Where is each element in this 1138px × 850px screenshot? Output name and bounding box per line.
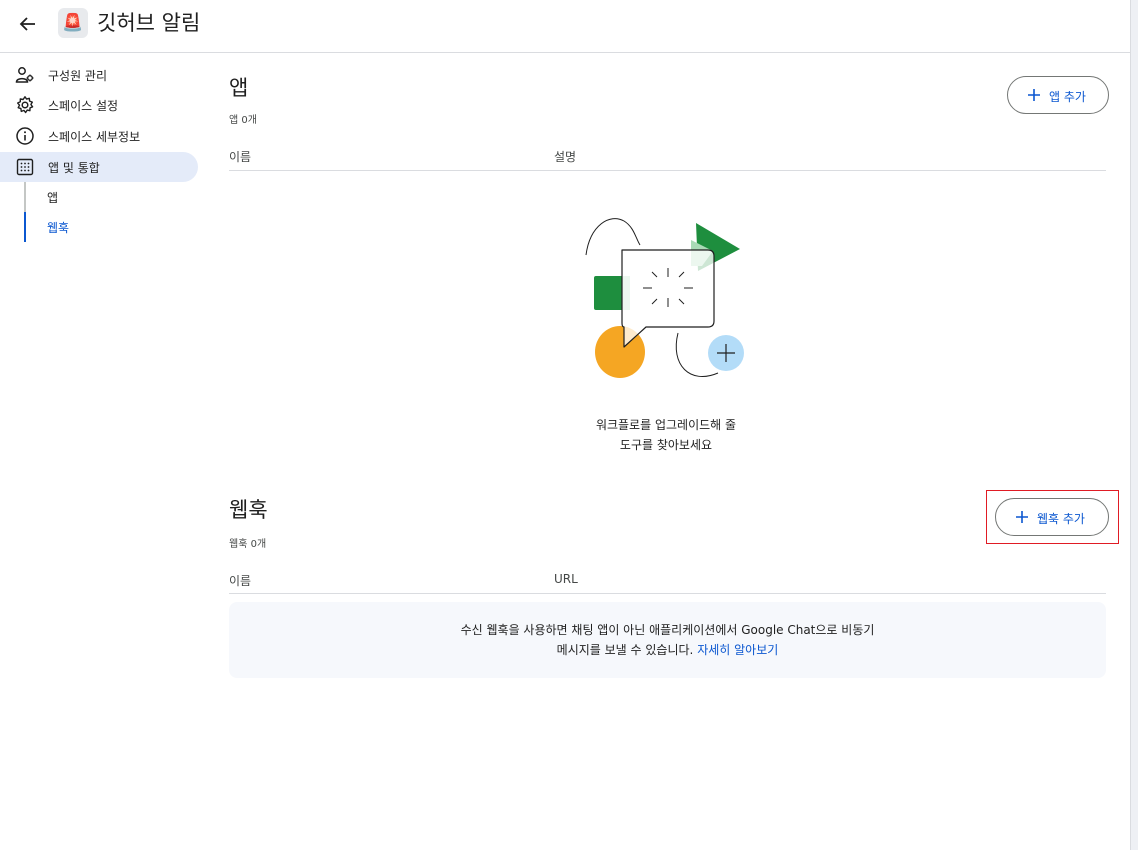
- info-line-2: 메시지를 보낼 수 있습니다.: [556, 643, 694, 657]
- table-divider: [229, 170, 1106, 171]
- empty-state-illustration: [585, 218, 744, 378]
- sidebar-item-space-settings[interactable]: 스페이스 설정: [0, 90, 198, 120]
- info-icon: [16, 127, 34, 145]
- empty-state-line-1: 워크플로를 업그레이드해 줄: [595, 418, 737, 432]
- sidebar-item-members[interactable]: 구성원 관리: [0, 60, 198, 90]
- webhooks-count: 웹훅 0개: [229, 539, 267, 550]
- plus-icon: [1028, 89, 1040, 101]
- column-header-description: 설명: [554, 150, 577, 164]
- add-app-button[interactable]: 앱 추가: [1007, 76, 1109, 114]
- sidebar-subitem-label: 앱: [47, 191, 59, 205]
- empty-state-line-2: 도구를 찾아보세요: [619, 438, 713, 452]
- space-avatar: 🚨: [58, 8, 88, 38]
- empty-state-caption: 워크플로를 업그레이드해 줄 도구를 찾아보세요: [556, 415, 776, 455]
- app-window: 🚨 깃허브 알림 구성원 관리 스페이스 설정 스페이스 세부정보 앱 및 통합…: [0, 0, 1131, 850]
- apps-section-title: 앱: [229, 76, 249, 100]
- column-header-url: URL: [554, 572, 578, 586]
- learn-more-link[interactable]: 자세히 알아보기: [697, 643, 778, 657]
- people-icon: [15, 67, 34, 83]
- highlight-annotation-box: [986, 490, 1119, 544]
- sidebar-item-label: 앱 및 통합: [48, 161, 100, 175]
- add-app-label: 앱 추가: [1049, 90, 1086, 104]
- webhooks-info-box: 수신 웹훅을 사용하면 채팅 앱이 아닌 애플리케이션에서 Google Cha…: [229, 602, 1106, 678]
- sidebar-subitem-webhooks[interactable]: 웹훅: [24, 212, 198, 242]
- space-title: 깃허브 알림: [97, 11, 201, 35]
- sidebar-item-label: 스페이스 설정: [48, 99, 119, 113]
- apps-grid-icon: [16, 158, 34, 176]
- webhooks-section-title: 웹훅: [229, 498, 268, 522]
- siren-emoji-icon: 🚨: [62, 13, 84, 33]
- arrow-left-icon: [19, 17, 35, 31]
- column-header-name: 이름: [229, 150, 252, 164]
- sidebar-item-label: 스페이스 세부정보: [48, 130, 141, 144]
- sidebar-item-space-details[interactable]: 스페이스 세부정보: [0, 121, 198, 151]
- info-line-1: 수신 웹훅을 사용하면 채팅 앱이 아닌 애플리케이션에서 Google Cha…: [460, 623, 875, 637]
- table-divider: [229, 593, 1106, 594]
- back-button[interactable]: [12, 8, 44, 40]
- sidebar-item-apps-integrations[interactable]: 앱 및 통합: [0, 152, 198, 182]
- apps-count: 앱 0개: [229, 115, 257, 126]
- gear-icon: [17, 96, 34, 114]
- column-header-name: 이름: [229, 574, 252, 588]
- sidebar-subitem-label: 웹훅: [47, 221, 70, 235]
- info-line-2-row: 메시지를 보낼 수 있습니다. 자세히 알아보기: [229, 640, 1106, 660]
- top-bar: 🚨 깃허브 알림: [0, 0, 1131, 53]
- sidebar-item-label: 구성원 관리: [48, 69, 108, 83]
- sidebar-subitem-apps[interactable]: 앱: [24, 182, 198, 212]
